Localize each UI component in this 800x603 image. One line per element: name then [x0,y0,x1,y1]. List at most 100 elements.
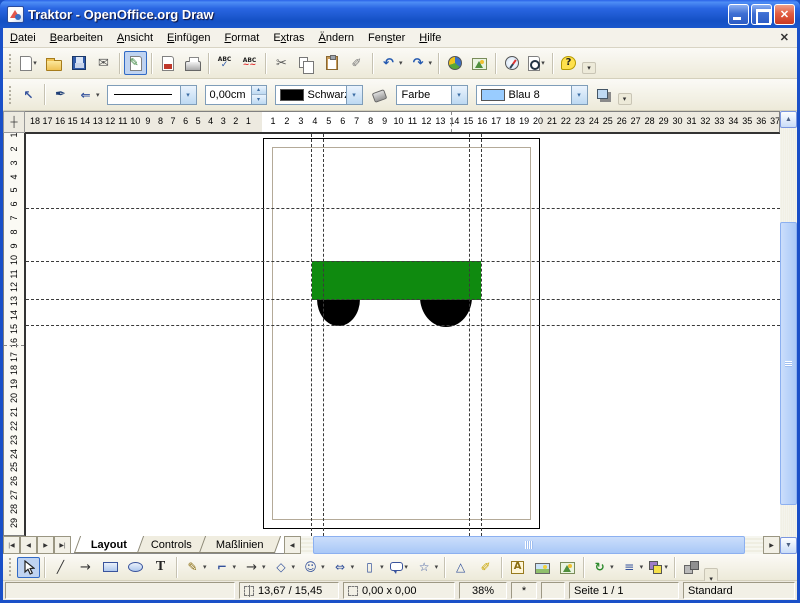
rotate-button[interactable]: ↻▾ [588,557,616,578]
line-button[interactable]: ╱ [49,557,72,578]
toolbar-grip[interactable] [8,53,13,73]
basic-shapes-button[interactable]: ◇▾ [270,557,298,578]
connector-button[interactable]: ⌐▾ [211,557,239,578]
shadow-button[interactable] [593,83,616,107]
new-document-button[interactable]: ▾ [17,51,40,75]
scroll-down-icon[interactable]: ▼ [780,537,797,554]
select-button[interactable] [17,557,40,578]
email-button[interactable]: ✉ [92,51,115,75]
maximize-button[interactable] [751,4,772,25]
chevron-down-icon[interactable]: ▾ [399,59,403,67]
chevron-down-icon[interactable]: ▾ [262,563,266,571]
vertical-scrollbar[interactable]: ▲ ▼ [780,111,797,554]
auto-spellcheck-button[interactable]: ABC [238,51,261,75]
titlebar[interactable]: Traktor - OpenOffice.org Draw ✕ [0,0,800,28]
symbol-shapes-button[interactable]: ☺▾ [299,557,327,578]
vertical-scroll-track[interactable] [780,128,797,537]
ellipse-button[interactable] [124,557,147,578]
status-size[interactable]: 0,00 x 0,00 [343,582,455,599]
fill-color-select[interactable]: Blau 8 ▾ [476,85,588,105]
guide-horizontal[interactable] [26,261,780,262]
chevron-down-icon[interactable]: ▾ [571,86,587,104]
stars-button[interactable]: ☆▾ [413,557,441,578]
last-page-button[interactable]: ▶| [54,536,71,554]
next-page-button[interactable]: ▶ [37,536,54,554]
rectangle-button[interactable] [99,557,122,578]
help-button[interactable]: ? [557,51,580,75]
chevron-down-icon[interactable]: ▾ [233,563,237,571]
ruler-origin-button[interactable]: ┼ [3,111,25,133]
open-button[interactable] [42,51,65,75]
toolbar-grip[interactable] [8,557,13,577]
close-button[interactable]: ✕ [774,4,795,25]
minimize-button[interactable] [728,4,749,25]
line-color-select[interactable]: Schwarz ▾ [275,85,363,105]
guide-horizontal[interactable] [26,208,780,209]
guide-horizontal[interactable] [26,299,780,300]
format-paintbrush-button[interactable]: ✐ [345,51,368,75]
chevron-down-icon[interactable]: ▾ [429,59,433,67]
chevron-down-icon[interactable]: ▾ [640,563,644,571]
menu-ansicht[interactable]: Ansicht [110,30,160,46]
chevron-down-icon[interactable]: ▾ [351,563,355,571]
edit-file-button[interactable] [124,51,147,75]
chart-button[interactable] [443,51,466,75]
spin-down-icon[interactable]: ▾ [252,94,266,104]
arrange-button[interactable]: ▾ [647,557,670,578]
chevron-down-icon[interactable]: ▾ [610,563,614,571]
status-style[interactable]: Standard [683,582,795,599]
scroll-up-icon[interactable]: ▲ [780,111,797,128]
chevron-down-icon[interactable]: ▾ [180,86,196,104]
previous-page-button[interactable]: ◀ [20,536,37,554]
drawing-canvas[interactable] [25,133,780,536]
menu-format[interactable]: Format [217,30,266,46]
arrow-button[interactable]: → [74,557,97,578]
guide-vertical[interactable] [481,134,482,536]
scroll-right-icon[interactable]: ▶ [763,536,780,554]
undo-button[interactable]: ↶▾ [377,51,405,75]
horizontal-scroll-thumb[interactable] [313,536,745,554]
vertical-scroll-thumb[interactable] [780,222,797,505]
arrow-style-button[interactable]: ⇐▾ [74,83,102,107]
fontwork-gallery-button[interactable]: A [506,557,529,578]
menu-hilfe[interactable]: Hilfe [412,30,448,46]
line-style-select[interactable]: ▾ [107,85,197,105]
spellcheck-button[interactable]: ABC [213,51,236,75]
status-position[interactable]: 13,67 / 15,45 [239,582,339,599]
navigator-button[interactable] [500,51,523,75]
line-width-input[interactable]: 0,00cm ▴ ▾ [205,85,267,105]
chevron-down-icon[interactable]: ▾ [541,59,545,67]
copy-button[interactable] [295,51,318,75]
chevron-down-icon[interactable]: ▾ [346,86,362,104]
edit-points-mode-button[interactable]: ↖ [17,83,40,107]
chevron-down-icon[interactable]: ▾ [664,563,668,571]
save-button[interactable] [67,51,90,75]
guide-horizontal[interactable] [26,325,780,326]
vertical-ruler[interactable]: 1234567891011121314151617181920212223242… [3,133,25,536]
chevron-down-icon[interactable]: ▾ [292,563,296,571]
curve-button[interactable]: ✎▾ [181,557,209,578]
lines-arrows-button[interactable]: →▾ [240,557,268,578]
zoom-button[interactable]: ▾ [525,51,548,75]
status-zoom[interactable]: 38% [459,582,507,599]
toolbar-options-object-button[interactable]: ▾ [618,93,632,105]
gallery-button[interactable] [468,51,491,75]
area-style-button[interactable] [368,83,391,107]
tab-layout[interactable]: Layout [74,536,144,553]
horizontal-scroll-track[interactable] [301,536,763,554]
alignment-button[interactable]: ≡▾ [618,557,646,578]
scroll-left-icon[interactable]: ◀ [284,536,301,554]
menu-fenster[interactable]: Fenster [361,30,412,46]
chevron-down-icon[interactable]: ▾ [451,86,467,104]
line-dialog-button[interactable]: ✒ [49,83,72,107]
guide-vertical[interactable] [469,134,470,536]
spin-up-icon[interactable]: ▴ [252,86,266,95]
gallery-insert-button[interactable] [556,557,579,578]
glue-points-button[interactable]: ✐ [474,557,497,578]
callouts-button[interactable]: ▾ [388,557,411,578]
paste-button[interactable] [320,51,343,75]
menu-datei[interactable]: Datei [3,30,43,46]
cut-button[interactable]: ✂ [270,51,293,75]
horizontal-ruler[interactable]: 1817161514131211109876543211234567891011… [25,111,780,133]
menu-extras[interactable]: Extras [266,30,311,46]
